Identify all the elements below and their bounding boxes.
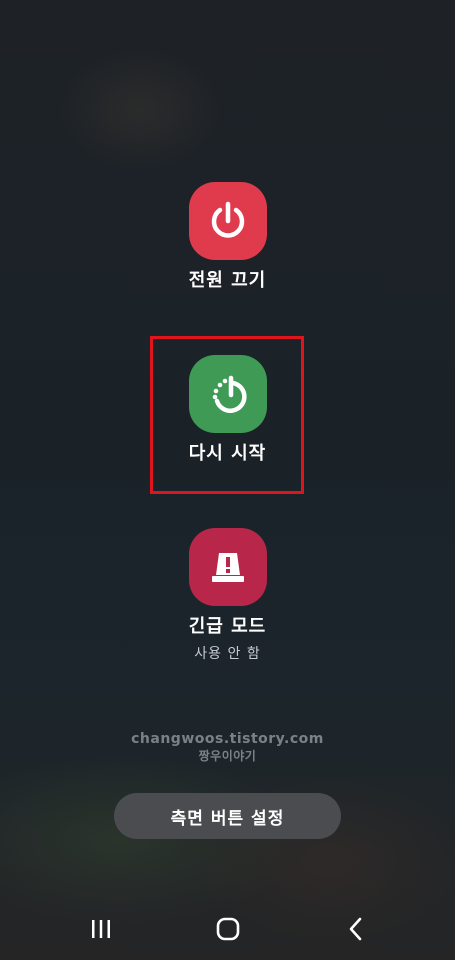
power-off-button[interactable]: 전원 끄기 [0, 182, 455, 292]
highlight-box [150, 336, 304, 494]
emergency-mode-label: 긴급 모드 [188, 616, 267, 637]
power-icon [188, 182, 267, 260]
home-icon[interactable] [198, 905, 258, 953]
watermark-blog-name: 짱우이야기 [198, 749, 257, 763]
back-icon[interactable] [326, 905, 386, 953]
emergency-mode-status: 사용 안 함 [194, 646, 261, 662]
emergency-light-icon [188, 528, 267, 606]
watermark-url: changwoos.tistory.com [131, 731, 324, 747]
emergency-mode-button[interactable]: 긴급 모드 사용 안 함 [0, 528, 455, 663]
power-off-label: 전원 끄기 [188, 270, 267, 291]
recents-icon[interactable] [71, 905, 131, 953]
side-button-settings[interactable]: 측면 버튼 설정 [114, 793, 341, 839]
watermark: changwoos.tistory.com 짱우이야기 [0, 731, 455, 764]
navigation-bar [0, 905, 455, 953]
